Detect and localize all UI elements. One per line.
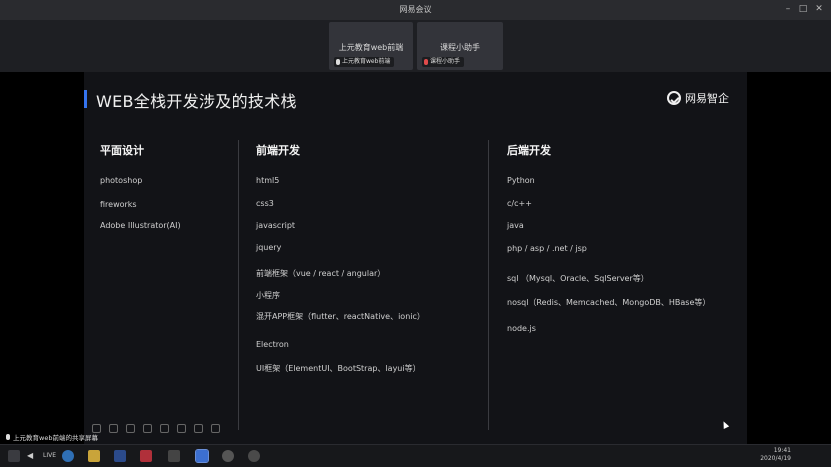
- netease-logo-icon: [667, 91, 681, 105]
- photoshop-icon[interactable]: [114, 450, 126, 462]
- list-item: fireworks: [100, 200, 137, 209]
- pen-icon[interactable]: [143, 424, 152, 433]
- app-icon[interactable]: [248, 450, 260, 462]
- list-item: html5: [256, 176, 280, 185]
- column-heading: 前端开发: [256, 144, 300, 157]
- browser-icon[interactable]: [62, 450, 74, 462]
- participant-name: 课程小助手: [440, 43, 480, 52]
- close-icon[interactable]: ✕: [813, 3, 825, 15]
- title-bar: 网易会议 – □ ✕: [0, 0, 831, 20]
- system-clock: 19:41 2020/4/19: [760, 447, 791, 463]
- slide-toolbar: [92, 424, 220, 433]
- meeting-app-icon[interactable]: [195, 449, 209, 463]
- participant-tag-label: 上元教育web前端: [342, 58, 391, 65]
- share-label: 上元教育web前端的共享屏幕: [6, 432, 98, 442]
- mic-icon: [336, 59, 340, 65]
- participant-name: 上元教育web前端: [338, 43, 404, 52]
- list-item: css3: [256, 199, 274, 208]
- list-item: Adobe Illustrator(AI): [100, 221, 181, 230]
- list-item: node.js: [507, 324, 536, 333]
- more-icon[interactable]: [211, 424, 220, 433]
- next-icon[interactable]: [126, 424, 135, 433]
- list-item: Python: [507, 176, 535, 185]
- app-icon[interactable]: [168, 450, 180, 462]
- slide: WEB全栈开发涉及的技术栈 网易智企 平面设计 photoshop firewo…: [84, 72, 747, 444]
- list-item: java: [507, 221, 524, 230]
- play-icon[interactable]: [109, 424, 118, 433]
- participant-strip: 上元教育web前端 上元教育web前端 课程小助手 课程小助手: [0, 20, 831, 72]
- list-item: sql （Mysql、Oracle、SqlServer等）: [507, 274, 649, 283]
- list-item: 前端框架（vue / react / angular）: [256, 269, 386, 278]
- title-accent-bar: [84, 90, 87, 108]
- maximize-icon[interactable]: □: [797, 3, 809, 15]
- column-divider: [238, 140, 239, 430]
- clock-time: 19:41: [773, 447, 791, 454]
- mic-icon: [6, 434, 10, 440]
- participant-tile[interactable]: 上元教育web前端 上元教育web前端: [329, 22, 413, 70]
- list-item: php / asp / .net / jsp: [507, 244, 587, 253]
- slide-title: WEB全栈开发涉及的技术栈: [96, 92, 297, 111]
- pause-icon[interactable]: [8, 450, 20, 462]
- list-item: 小程序: [256, 291, 280, 300]
- participant-tag-label: 课程小助手: [430, 58, 461, 65]
- screen-icon[interactable]: [177, 424, 186, 433]
- volume-icon[interactable]: ◀: [27, 450, 39, 462]
- participant-tag: 课程小助手: [422, 57, 465, 67]
- list-item: Electron: [256, 340, 289, 349]
- participant-tag: 上元教育web前端: [334, 57, 395, 67]
- logo: 网易智企: [667, 90, 729, 106]
- list-item: 混开APP框架（flutter、reactNative、ionic）: [256, 312, 425, 321]
- settings-icon[interactable]: [222, 450, 234, 462]
- logo-text: 网易智企: [685, 92, 729, 105]
- list-item: jquery: [256, 243, 282, 252]
- share-label-text: 上元教育web前端的共享屏幕: [13, 434, 98, 442]
- list-item: javascript: [256, 221, 296, 230]
- mic-muted-icon: [424, 59, 428, 65]
- participant-tile[interactable]: 课程小助手 课程小助手: [417, 22, 503, 70]
- list-item: photoshop: [100, 176, 143, 185]
- app-icon[interactable]: [140, 450, 152, 462]
- shared-screen: WEB全栈开发涉及的技术栈 网易智企 平面设计 photoshop firewo…: [0, 72, 831, 444]
- list-item: UI框架（ElementUI、BootStrap、layui等）: [256, 364, 421, 373]
- clock-date: 2020/4/19: [760, 455, 791, 462]
- folder-icon[interactable]: [88, 450, 100, 462]
- column-heading: 后端开发: [507, 144, 551, 157]
- grid-icon[interactable]: [160, 424, 169, 433]
- list-item: nosql（Redis、Memcached、MongoDB、HBase等）: [507, 298, 711, 307]
- column-heading: 平面设计: [100, 144, 144, 157]
- minimize-icon[interactable]: –: [782, 3, 794, 15]
- column-divider: [488, 140, 489, 430]
- subtitle-icon[interactable]: [194, 424, 203, 433]
- live-label: LIVE: [43, 452, 57, 459]
- list-item: c/c++: [507, 199, 532, 208]
- window-title: 网易会议: [399, 5, 432, 14]
- taskbar: ◀ LIVE 19:41 2020/4/19: [0, 444, 831, 467]
